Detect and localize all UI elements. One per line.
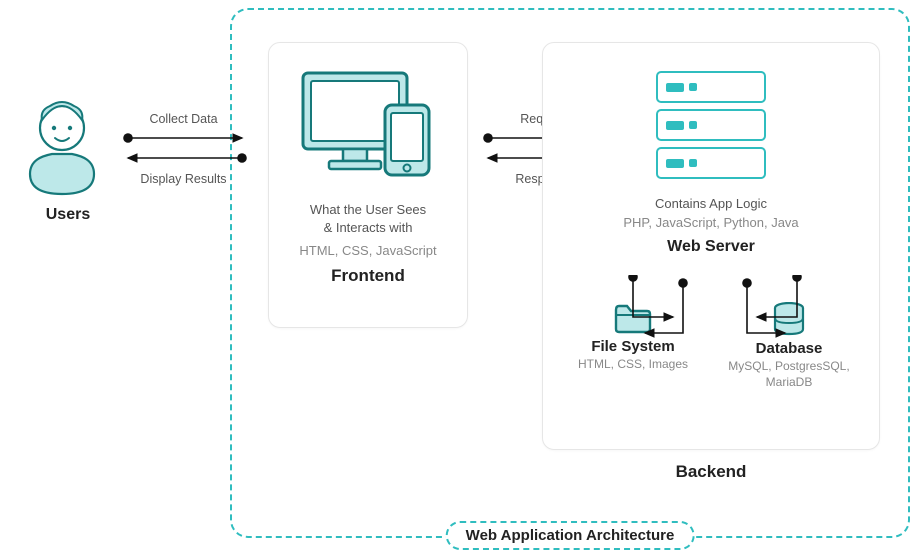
server-icon: [555, 71, 867, 179]
frontend-card: What the User Sees & Interacts with HTML…: [268, 42, 468, 328]
frontend-title: Frontend: [279, 266, 457, 286]
webserver-title: Web Server: [555, 238, 867, 256]
devices-icon: [293, 65, 443, 185]
users-label: Users: [18, 206, 118, 224]
internal-arrows: [615, 275, 815, 353]
user-icon: [18, 98, 106, 198]
webserver-tech: PHP, JavaScript, Python, Java: [555, 215, 867, 230]
filesystem-tech: HTML, CSS, Images: [558, 357, 708, 373]
diagram-title: Web Application Architecture: [446, 521, 695, 550]
frontend-desc-2: & Interacts with: [279, 219, 457, 237]
collect-data-label: Collect Data: [126, 112, 241, 126]
arrows-users-frontend: [120, 128, 250, 168]
users-node: Users: [18, 98, 118, 224]
frontend-desc-1: What the User Sees: [279, 201, 457, 219]
display-results-label: Display Results: [126, 172, 241, 186]
frontend-tech: HTML, CSS, JavaScript: [279, 243, 457, 258]
database-tech: MySQL, PostgresSQL, MariaDB: [714, 359, 864, 390]
backend-title: Backend: [542, 462, 880, 482]
backend-card: Contains App Logic PHP, JavaScript, Pyth…: [542, 42, 880, 450]
webserver-desc: Contains App Logic: [555, 195, 867, 213]
